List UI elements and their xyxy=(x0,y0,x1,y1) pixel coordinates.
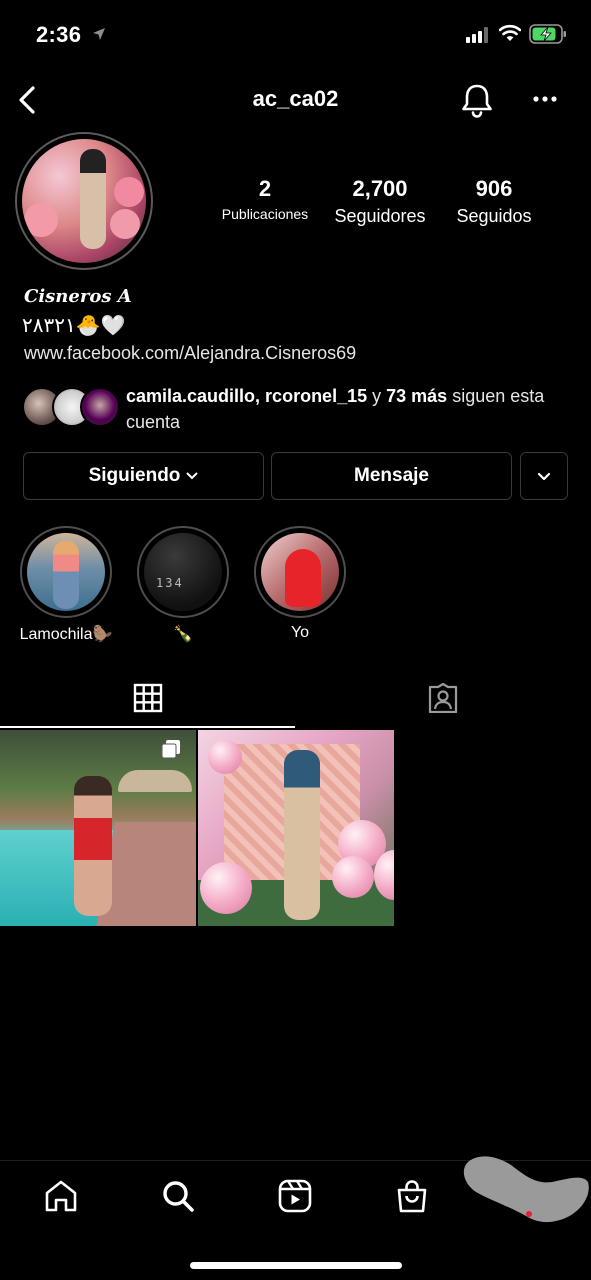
mutual-followers-text[interactable]: camila.caudillo, rcoronel_15 y 73 más si… xyxy=(126,383,576,435)
carousel-multiple-icon xyxy=(161,740,180,759)
following-button[interactable]: Siguiendo xyxy=(23,452,264,500)
suggested-accounts-button[interactable] xyxy=(520,452,568,500)
chevron-down-icon xyxy=(537,472,551,480)
following-button-label: Siguiendo xyxy=(88,465,181,486)
highlight-cover xyxy=(27,533,105,611)
posts-count-value: 2 xyxy=(258,176,272,201)
chevron-down-icon xyxy=(186,472,198,480)
highlight-ring xyxy=(20,526,112,618)
mutual-connector: y xyxy=(367,386,387,406)
highlight-label: Yo xyxy=(290,624,310,641)
active-tab-indicator xyxy=(0,726,295,728)
status-time: 2:36 xyxy=(36,22,82,47)
followers-count[interactable]: 2,700 Seguidores xyxy=(326,176,434,227)
following-count-value: 906 xyxy=(475,176,513,201)
story-highlight[interactable]: Yo xyxy=(254,526,346,642)
following-count-label: Seguidos xyxy=(456,206,532,226)
reels-icon[interactable] xyxy=(277,1178,313,1214)
highlight-ring xyxy=(254,526,346,618)
profile-username-title: ac_ca02 xyxy=(252,86,339,111)
location-arrow-icon xyxy=(93,28,105,40)
bell-icon[interactable] xyxy=(459,82,495,118)
message-button[interactable]: Mensaje xyxy=(271,452,512,500)
profile-avatar[interactable] xyxy=(22,139,146,263)
shop-bag-icon[interactable] xyxy=(394,1178,430,1214)
post-thumbnail[interactable] xyxy=(0,730,196,926)
story-highlight[interactable]: Lamochila🦫 xyxy=(20,526,112,644)
bio-text: ٢٨٣٢١🐣🤍 xyxy=(22,315,126,337)
posts-count-label: Publicaciones xyxy=(221,206,309,222)
post-thumbnail[interactable] xyxy=(198,730,394,926)
posts-count[interactable]: 2 Publicaciones xyxy=(212,176,318,222)
cellular-signal-icon xyxy=(466,27,488,43)
highlight-label: Lamochila🦫 xyxy=(19,626,113,643)
highlight-cover xyxy=(261,533,339,611)
highlight-cover: 134 xyxy=(144,533,222,611)
more-options-icon[interactable] xyxy=(531,90,559,108)
mutual-avatar xyxy=(80,387,120,427)
profile-icon[interactable] xyxy=(460,1152,590,1232)
grid-icon xyxy=(133,683,163,713)
highlight-label: 🍾 xyxy=(173,626,193,643)
mutual-more-count[interactable]: 73 más xyxy=(386,386,447,406)
bio-link[interactable]: www.facebook.com/Alejandra.Cisneros69 xyxy=(24,343,356,364)
tagged-person-icon xyxy=(428,683,458,713)
home-icon[interactable] xyxy=(43,1178,79,1214)
mutual-followers-avatars[interactable] xyxy=(22,387,120,429)
followers-count-label: Seguidores xyxy=(334,206,426,226)
wifi-icon xyxy=(499,24,521,41)
home-indicator xyxy=(190,1262,402,1269)
mutual-follower-names[interactable]: camila.caudillo, rcoronel_15 xyxy=(126,386,367,406)
message-button-label: Mensaje xyxy=(354,465,429,486)
battery-charging-icon xyxy=(529,24,566,44)
status-bar: 2:36 xyxy=(0,0,591,70)
search-icon[interactable] xyxy=(160,1178,196,1214)
display-name: Cisneros A xyxy=(24,286,132,307)
story-highlight[interactable]: 134 🍾 xyxy=(137,526,229,644)
followers-count-value: 2,700 xyxy=(352,176,408,201)
highlight-ring: 134 xyxy=(137,526,229,618)
following-count[interactable]: 906 Seguidos xyxy=(444,176,544,227)
highlight-cover-text: 134 xyxy=(156,576,184,590)
